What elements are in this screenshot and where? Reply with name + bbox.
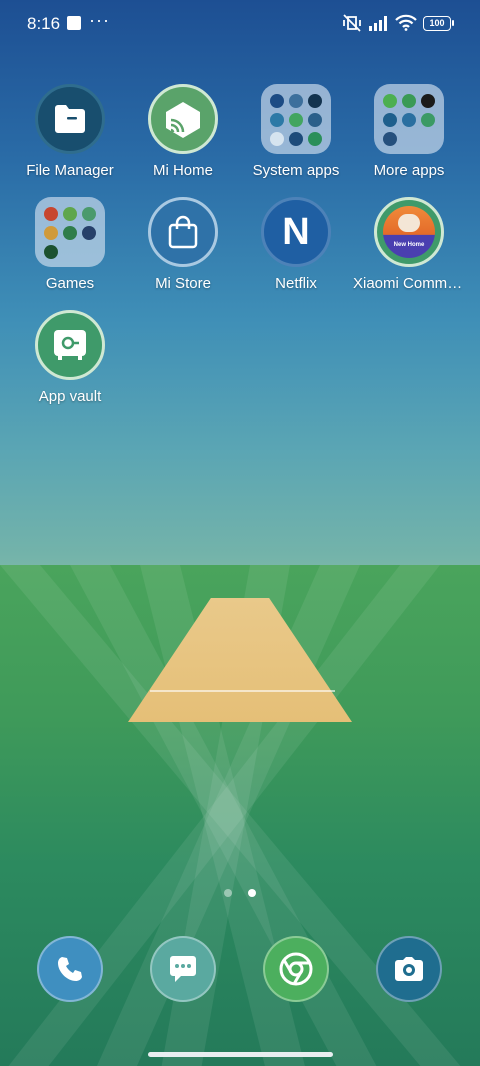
game-mini-icon xyxy=(44,207,58,221)
dock-phone[interactable] xyxy=(37,936,103,1002)
signal-icon xyxy=(369,16,387,31)
game-mini-icon xyxy=(44,245,58,259)
page-dot-active[interactable] xyxy=(248,889,257,897)
game-mini-icon xyxy=(82,207,96,221)
more-apps-folder-icon xyxy=(374,84,444,154)
message-icon xyxy=(170,956,196,982)
app-netflix[interactable]: N Netflix xyxy=(240,197,352,292)
pitch-crease xyxy=(150,690,335,692)
dock-camera[interactable] xyxy=(376,936,442,1002)
mi-home-icon xyxy=(148,84,218,154)
notes-mini-icon xyxy=(270,132,284,146)
app-label: Xiaomi Community xyxy=(353,275,465,292)
wifi-icon xyxy=(395,14,417,31)
cleaner-mini-icon xyxy=(289,113,303,127)
recorder-mini-icon xyxy=(308,132,322,146)
dock-messages[interactable] xyxy=(150,936,216,1002)
vault-icon xyxy=(35,310,105,380)
facebook-mini-icon xyxy=(402,94,416,108)
more-notifications-icon: ··· xyxy=(89,10,110,30)
settings-mini-icon xyxy=(308,113,322,127)
app-mi-store[interactable]: Mi Store xyxy=(127,197,239,292)
game-mini-icon xyxy=(63,226,77,240)
contacts-mini-icon xyxy=(270,94,284,108)
notification-icon xyxy=(67,16,81,30)
shopping-bag-icon xyxy=(148,197,218,267)
folder-games[interactable]: Games xyxy=(14,197,126,292)
app-label: Games xyxy=(45,275,95,292)
calculator-mini-icon xyxy=(289,94,303,108)
app-label: File Manager xyxy=(26,162,114,179)
app-label: Netflix xyxy=(275,275,317,292)
camera-icon xyxy=(395,957,423,981)
app-label: More apps xyxy=(373,162,445,179)
game-mini-icon xyxy=(63,207,77,221)
vibrate-off-icon xyxy=(343,14,361,32)
app-app-vault[interactable]: App vault xyxy=(14,310,126,405)
tiktok-mini-icon xyxy=(421,94,435,108)
app-mini-icon xyxy=(383,132,397,146)
mascot-icon xyxy=(398,214,420,232)
app-label: System apps xyxy=(252,162,340,179)
xiaomi-community-icon: New Home xyxy=(374,197,444,267)
chrome-icon xyxy=(279,952,313,986)
game-mini-icon xyxy=(82,226,96,240)
app-mi-home[interactable]: Mi Home xyxy=(127,84,239,179)
netflix-icon: N xyxy=(261,197,331,267)
games-folder-icon xyxy=(35,197,105,267)
page-indicator[interactable] xyxy=(0,884,480,902)
app-xiaomi-community[interactable]: New Home Xiaomi Community xyxy=(353,197,465,292)
player-mini-icon xyxy=(289,132,303,146)
dock-chrome[interactable] xyxy=(263,936,329,1002)
clock-mini-icon xyxy=(308,94,322,108)
app-mini-icon xyxy=(383,113,397,127)
folder-icon xyxy=(35,84,105,154)
linkedin-mini-icon xyxy=(402,113,416,127)
app-label: Mi Store xyxy=(155,275,211,292)
page-dot[interactable] xyxy=(223,889,232,897)
battery-icon: 100 xyxy=(423,16,454,31)
new-home-badge: New Home xyxy=(393,242,425,248)
gesture-navigation-bar[interactable] xyxy=(148,1052,333,1057)
security-mini-icon xyxy=(270,113,284,127)
app-label: App vault xyxy=(38,388,102,405)
app-label: Mi Home xyxy=(152,162,213,179)
game-mini-icon xyxy=(44,226,58,240)
phone-icon xyxy=(58,957,82,981)
community-badge: New Home xyxy=(383,206,435,258)
status-time: 8:16 xyxy=(27,14,61,33)
app-mini-icon xyxy=(383,94,397,108)
status-bar: 8:16 ··· 100 xyxy=(0,0,480,48)
app-mini-icon xyxy=(421,113,435,127)
system-apps-folder-icon xyxy=(261,84,331,154)
netflix-glyph: N xyxy=(282,210,310,253)
folder-system-apps[interactable]: System apps xyxy=(240,84,352,179)
folder-more-apps[interactable]: More apps xyxy=(353,84,465,179)
app-file-manager[interactable]: File Manager xyxy=(14,84,126,179)
